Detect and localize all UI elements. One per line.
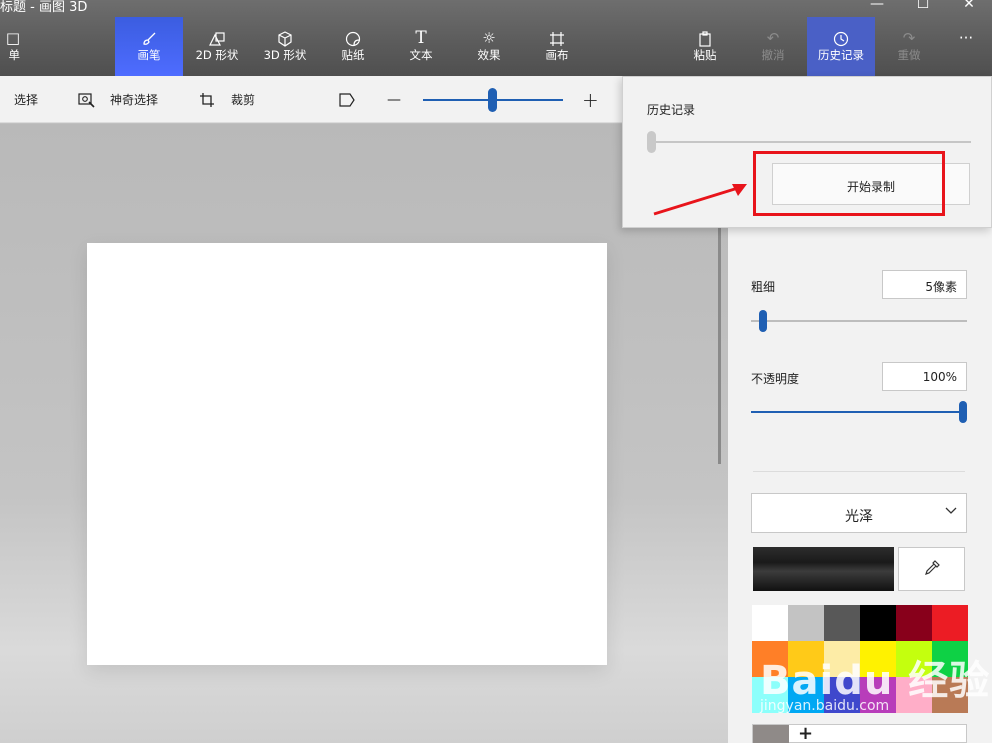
crop-button[interactable]: 裁剪 — [199, 76, 255, 123]
flag-icon — [338, 92, 356, 108]
custom-color-row: + — [752, 723, 967, 743]
zoom-out-button[interactable]: — — [387, 76, 401, 123]
palette-color-swatch[interactable] — [752, 605, 788, 641]
magic-select-icon — [78, 92, 96, 108]
tab-brushes[interactable]: 画笔 — [115, 17, 183, 76]
paste-label: 粘贴 — [693, 48, 717, 62]
tab-text[interactable]: T 文本 — [387, 17, 455, 76]
eyedropper-icon — [923, 559, 941, 580]
tab-label: 画笔 — [137, 48, 161, 62]
history-slider-track[interactable] — [651, 141, 971, 143]
menu-label: 单 — [8, 48, 21, 62]
finish-value: 光泽 — [845, 509, 873, 525]
add-color-button[interactable]: + — [798, 723, 813, 743]
maximize-button[interactable]: ☐ — [900, 0, 946, 12]
undo-button[interactable]: ↶ 撤消 — [739, 17, 807, 76]
sticker-icon — [319, 17, 387, 47]
chevron-down-icon — [944, 503, 958, 521]
palette-color-swatch[interactable] — [896, 605, 932, 641]
tab-label: 画布 — [545, 48, 569, 62]
tab-label: 文本 — [409, 48, 433, 62]
view-toggle-button[interactable] — [338, 76, 370, 123]
current-color-swatch[interactable] — [753, 547, 894, 591]
palette-color-swatch[interactable] — [824, 605, 860, 641]
redo-label: 重做 — [897, 48, 921, 62]
zoom-in-button[interactable]: + — [582, 76, 599, 123]
watermark-url: jingyan.baidu.com — [760, 698, 890, 714]
thickness-label: 粗细 — [751, 280, 776, 294]
tab-label: 效果 — [477, 48, 501, 62]
menu-icon: □ — [5, 29, 20, 47]
history-button[interactable]: 历史记录 — [807, 17, 875, 76]
shapes-2d-icon — [183, 17, 251, 46]
window-title: 标题 - 画图 3D — [0, 0, 88, 15]
opacity-slider-thumb[interactable] — [959, 401, 967, 423]
text-icon: T — [415, 28, 427, 48]
menu-button[interactable]: □ 单 — [0, 17, 20, 76]
brush-icon — [115, 17, 183, 45]
panel-divider — [753, 471, 965, 472]
crop-icon — [199, 92, 217, 108]
minimize-button[interactable]: — — [854, 0, 900, 12]
close-button[interactable]: ✕ — [946, 0, 992, 12]
zoom-slider-thumb[interactable] — [488, 88, 497, 112]
thickness-input[interactable]: 5像素 — [882, 270, 967, 299]
more-icon: ··· — [958, 29, 974, 47]
canvas-workspace — [0, 124, 728, 743]
tab-label: 3D 形状 — [263, 48, 307, 62]
thickness-slider-thumb[interactable] — [759, 310, 767, 332]
history-slider-thumb[interactable] — [647, 131, 656, 153]
palette-color-swatch[interactable] — [932, 605, 968, 641]
magic-select-label: 神奇选择 — [110, 93, 159, 107]
tab-2d-shapes[interactable]: 2D 形状 — [183, 17, 251, 76]
history-title: 历史记录 — [647, 103, 696, 117]
top-ribbon: 标题 - 画图 3D — ☐ ✕ □ 单 画笔 2D 形状 3D 形状 贴纸 T… — [0, 0, 992, 76]
undo-label: 撤消 — [761, 48, 785, 62]
opacity-slider-track[interactable] — [751, 411, 963, 413]
tab-stickers[interactable]: 贴纸 — [319, 17, 387, 76]
tab-canvas[interactable]: 画布 — [523, 17, 591, 76]
select-button[interactable]: 选择 — [14, 76, 38, 123]
tool-bar: 选择 神奇选择 裁剪 — + — [0, 76, 728, 123]
palette-color-swatch[interactable] — [860, 605, 896, 641]
baidu-watermark: Baidu 经验 jingyan.baidu.com — [760, 648, 990, 714]
annotation-highlight-box — [753, 151, 945, 216]
paste-icon — [671, 17, 739, 47]
cube-icon — [251, 17, 319, 47]
annotation-arrow — [653, 184, 747, 216]
eyedropper-button[interactable] — [898, 547, 965, 591]
effects-icon: ☼ — [482, 29, 496, 47]
paste-button[interactable]: 粘贴 — [671, 17, 739, 76]
opacity-input[interactable]: 100% — [882, 362, 967, 391]
thickness-slider-track[interactable] — [751, 320, 967, 322]
tab-label: 贴纸 — [341, 48, 365, 62]
tab-3d-shapes[interactable]: 3D 形状 — [251, 17, 319, 76]
finish-dropdown[interactable]: 光泽 — [751, 493, 967, 533]
magic-select-button[interactable]: 神奇选择 — [78, 76, 158, 123]
palette-color-swatch[interactable] — [788, 605, 824, 641]
undo-icon: ↶ — [766, 29, 780, 47]
crop-label: 裁剪 — [231, 93, 256, 107]
select-label: 选择 — [14, 93, 39, 107]
tab-label: 2D 形状 — [195, 48, 239, 62]
custom-color-swatch[interactable] — [753, 725, 789, 743]
redo-icon: ↷ — [902, 29, 916, 47]
redo-button[interactable]: ↷ 重做 — [875, 17, 943, 76]
more-button[interactable]: ··· — [940, 17, 992, 76]
history-label: 历史记录 — [818, 48, 864, 62]
canvas-icon — [523, 17, 591, 46]
opacity-label: 不透明度 — [751, 372, 800, 386]
drawing-canvas[interactable] — [87, 243, 607, 665]
tab-effects[interactable]: ☼ 效果 — [455, 17, 523, 76]
history-icon — [807, 17, 875, 47]
